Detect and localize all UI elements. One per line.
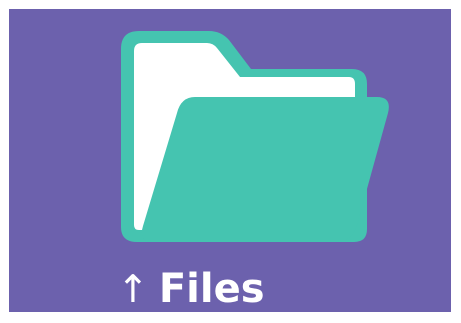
folder-icon <box>121 31 389 242</box>
app-tile[interactable]: ↑ Files <box>9 9 451 312</box>
app-label: Files <box>158 266 265 312</box>
upload-label: ↑ Files <box>117 259 265 312</box>
upload-arrow-icon: ↑ <box>117 267 149 311</box>
